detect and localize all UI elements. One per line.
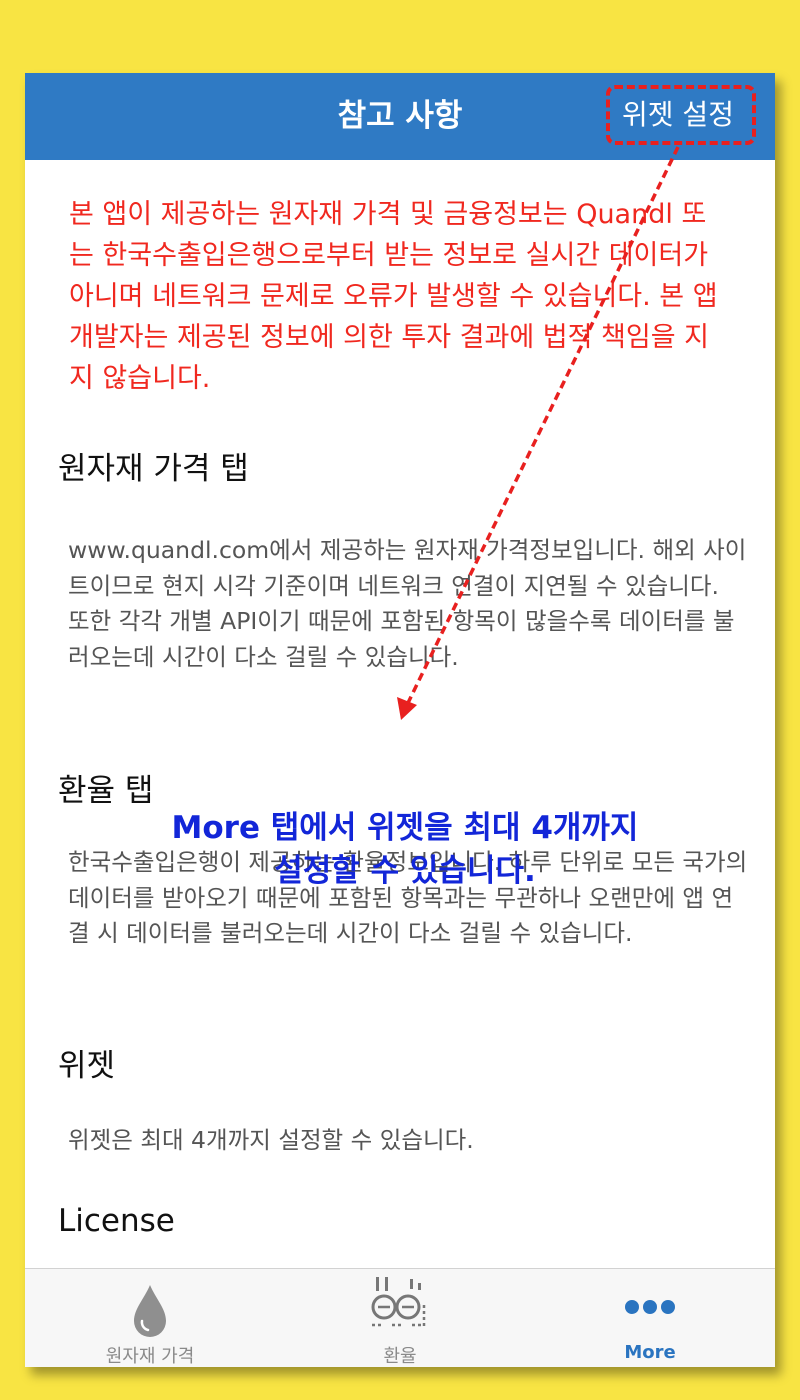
section-title-widget: 위젯 (58, 1048, 116, 1084)
widget-settings-highlight-box (606, 85, 756, 145)
annotation-callout: More 탭에서 위젯을 최대 4개까지 설정할 수 있습니다. (120, 807, 690, 893)
navigation-bar: 참고 사항 위젯 설정 (25, 73, 775, 160)
tab-label-commodity-prices: 원자재 가격 (105, 1346, 195, 1367)
disclaimer-notice: 본 앱이 제공하는 원자재 가격 및 금융정보는 Quandl 또는 한국수출입… (69, 199, 718, 394)
section-title-commodity-tab: 원자재 가격 탭 (58, 451, 249, 487)
section-title-license: License (58, 1203, 175, 1239)
section-body-widget: 위젯은 최대 4개까지 설정할 수 있습니다. (68, 1126, 474, 1154)
drop-icon (134, 1285, 166, 1337)
tab-commodity-prices[interactable]: 원자재 가격 (25, 1269, 275, 1367)
tab-more[interactable]: More (525, 1269, 775, 1367)
tab-exchange-rates[interactable]: 환율 (275, 1269, 525, 1367)
app-screen: 참고 사항 위젯 설정 본 앱이 제공하는 원자재 가격 및 금융정보는 Qua… (25, 73, 775, 1367)
tab-bar: 원자재 가격 환율 More (25, 1268, 775, 1367)
exchange-icon (371, 1277, 426, 1327)
section-body-commodity-tab: www.quandl.com에서 제공하는 원자재 가격정보입니다. 해외 사이… (68, 536, 747, 671)
tab-label-more: More (624, 1342, 676, 1363)
notes-content[interactable]: 본 앱이 제공하는 원자재 가격 및 금융정보는 Quandl 또는 한국수출입… (25, 160, 775, 1268)
annotation-line-2: 설정할 수 있습니다. (274, 853, 536, 889)
annotation-line-1: More 탭에서 위젯을 최대 4개까지 (171, 810, 639, 846)
section-title-exchange-tab: 환율 탭 (58, 773, 154, 809)
more-dots-icon (625, 1300, 675, 1314)
tab-label-exchange-rates: 환율 (383, 1346, 417, 1367)
